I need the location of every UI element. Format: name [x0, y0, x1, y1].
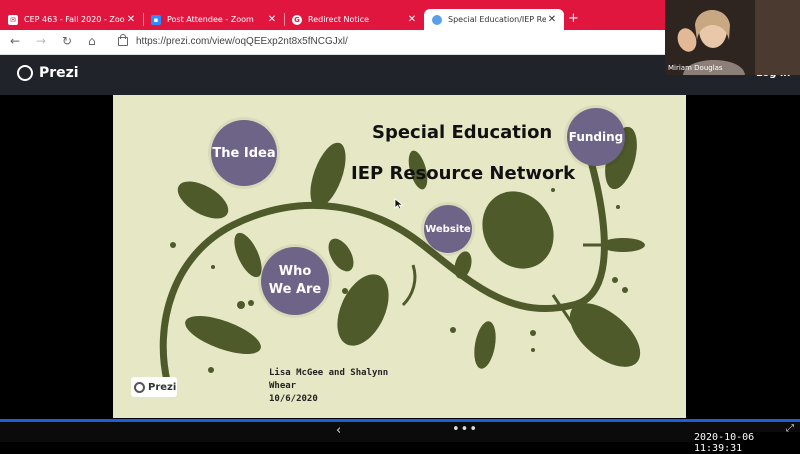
slide-author: Lisa McGee and Shalynn Whear 10/6/2020 — [269, 367, 388, 406]
zoom-icon: ▪ — [151, 14, 161, 25]
tab-label: Redirect Notice — [308, 15, 370, 24]
mouse-cursor-icon — [394, 198, 404, 210]
lock-icon[interactable] — [118, 34, 128, 46]
slide-logo-label: Prezi — [148, 381, 177, 393]
presentation-slide[interactable]: Special Education IEP Resource Network T… — [113, 95, 686, 418]
reload-icon[interactable]: ↻ — [62, 34, 72, 48]
prezi-brand: Prezi — [39, 65, 79, 81]
slide-date: 10/6/2020 — [269, 394, 318, 404]
author-line2: Whear — [269, 381, 297, 391]
home-icon[interactable]: ⌂ — [88, 34, 96, 48]
tab-label: Special Education/IEP Resource — [448, 15, 546, 24]
participant-name: Miriam Douglas — [668, 64, 723, 72]
close-icon[interactable]: ✕ — [406, 14, 418, 25]
tab-label: Post Attendee - Zoom — [167, 15, 254, 24]
tab-post-attendee[interactable]: ▪ Post Attendee - Zoom ✕ — [143, 9, 284, 30]
google-icon: G — [292, 14, 302, 25]
prezi-logo-icon — [17, 65, 33, 81]
gmail-icon: ✉ — [8, 14, 18, 25]
tab-label: CEP 463 - Fall 2020 - Zoom/ Lin — [24, 15, 125, 24]
close-icon[interactable]: ✕ — [125, 14, 137, 25]
new-tab-button[interactable]: + — [568, 11, 579, 26]
prezi-logo[interactable]: Prezi — [17, 65, 79, 81]
slide-title-line2: IEP Resource Network — [351, 163, 576, 184]
topic-website[interactable]: Website — [424, 205, 472, 253]
previous-slide-button[interactable]: ‹ — [336, 423, 341, 438]
back-icon[interactable]: ← — [10, 34, 20, 48]
forward-icon[interactable]: → — [36, 34, 46, 48]
tab-redirect-notice[interactable]: G Redirect Notice ✕ — [284, 9, 424, 30]
url-field[interactable]: https://prezi.com/view/oqQEExp2nt8x5fNCG… — [136, 36, 348, 47]
slide-title-line1: Special Education — [372, 122, 553, 143]
close-icon[interactable]: ✕ — [546, 14, 558, 25]
more-options-button[interactable]: ••• — [452, 422, 478, 437]
slide-prezi-logo: Prezi — [131, 377, 177, 397]
presentation-controls: ‹ ••• ⤢ — [0, 419, 800, 442]
prezi-logo-icon — [134, 381, 145, 393]
tab-special-education[interactable]: Special Education/IEP Resource ✕ — [424, 9, 564, 30]
topic-who-we-are[interactable]: Who We Are — [261, 247, 329, 315]
topic-the-idea[interactable]: The Idea — [211, 120, 277, 186]
author-line1: Lisa McGee and Shalynn — [269, 368, 389, 378]
topic-funding[interactable]: Funding — [567, 108, 625, 166]
close-icon[interactable]: ✕ — [266, 14, 278, 25]
tab-cep463[interactable]: ✉ CEP 463 - Fall 2020 - Zoom/ Lin ✕ — [0, 9, 143, 30]
recording-timestamp: 2020-10-06 11:39:31 — [694, 432, 800, 454]
prezi-icon — [432, 14, 442, 25]
